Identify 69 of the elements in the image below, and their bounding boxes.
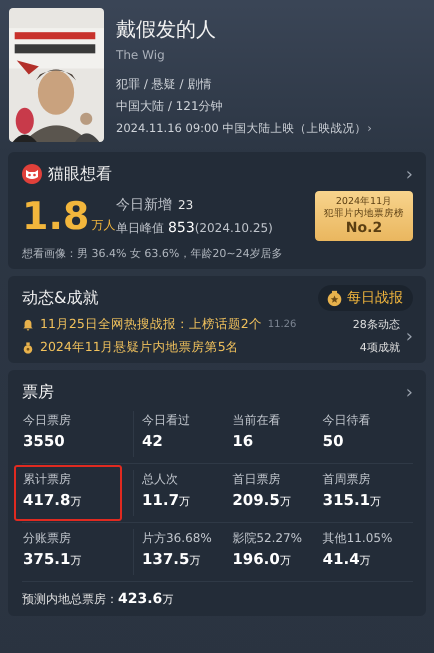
stat-label: 总人次 <box>142 471 179 488</box>
stat-value: 11.7 <box>142 491 180 509</box>
stat-value: 209.5 <box>232 491 280 509</box>
wish-unit: 万人 <box>91 217 116 234</box>
stat-value: 23 <box>178 198 194 212</box>
stat-unit: 万 <box>70 494 82 509</box>
chevron-icon[interactable]: › <box>406 164 413 184</box>
audience-portrait: 想看画像：男 36.4% 女 63.6%，年龄20~24岁居多 <box>22 246 284 261</box>
cat-logo-icon <box>22 164 42 184</box>
stat-label: 今日看过 <box>142 412 191 429</box>
rank-text: No.2 <box>346 220 382 236</box>
card-title: 猫眼想看 <box>48 164 113 184</box>
stat-value: 42 <box>142 432 163 450</box>
stat-value: 16 <box>232 432 254 450</box>
news-item[interactable]: 2024年11月悬疑片内地票房第5名 <box>40 339 239 356</box>
stat-label: 单日峰值 <box>116 220 164 236</box>
forecast-value: 423.6 <box>118 591 162 607</box>
region-duration: 中国大陆 / 121分钟 <box>116 98 224 115</box>
release-info[interactable]: 2024.11.16 09:00 中国大陆上映（上映战况） <box>116 120 366 137</box>
stat-value: 41.4 <box>322 550 360 568</box>
stat-value: 417.8 <box>23 491 70 509</box>
stat-label: 其他11.05% <box>322 530 394 547</box>
chevron-icon[interactable]: › <box>367 120 372 137</box>
medal-icon <box>326 290 343 306</box>
stat-value: 137.5 <box>142 550 190 568</box>
stat-unit: 万 <box>70 553 82 568</box>
stat-unit: 万 <box>189 553 200 568</box>
original-title: The Wig <box>116 48 166 64</box>
chevron-icon[interactable]: › <box>406 382 413 402</box>
stat-label: 累计票房 <box>23 471 72 488</box>
stat-label: 影院52.27% <box>232 530 304 547</box>
bell-icon <box>22 318 34 330</box>
stat-label: 分账票房 <box>23 530 72 547</box>
stat-label: 首日票房 <box>232 471 282 488</box>
stat-value: 50 <box>322 432 344 450</box>
forecast-label: 预测内地总票房： <box>22 591 118 608</box>
stat-label: 片方36.68% <box>142 530 213 547</box>
stat-label: 今日待看 <box>322 412 372 429</box>
movie-title: 戴假发的人 <box>116 16 217 42</box>
news-count[interactable]: 28条动态 <box>352 317 400 332</box>
peak-date: (2024.10.25) <box>194 220 273 234</box>
stat-label: 今日新增 <box>116 196 172 214</box>
stat-label: 当前在看 <box>232 412 282 429</box>
news-count[interactable]: 4项成就 <box>360 340 400 355</box>
stat-unit: 万 <box>179 494 190 509</box>
genres: 犯罪 / 悬疑 / 剧情 <box>116 76 212 93</box>
stat-value: 196.0 <box>232 550 280 568</box>
daily-report-button[interactable]: 每日战报 <box>318 285 413 311</box>
forecast-unit: 万 <box>162 592 174 607</box>
stat-unit: 万 <box>360 553 371 568</box>
stat-value: 315.1 <box>322 491 370 509</box>
stat-unit: 万 <box>370 494 382 509</box>
badge-text: 犯罪片内地票房榜 <box>324 208 404 220</box>
card-title: 票房 <box>22 382 55 402</box>
badge-text: 2024年11月 <box>336 196 392 208</box>
stat-unit: 万 <box>280 494 291 509</box>
stat-label: 今日票房 <box>23 412 72 429</box>
medal-icon <box>22 342 34 354</box>
stat-value: 3550 <box>23 432 65 450</box>
news-date: 11.26 <box>268 319 296 330</box>
news-item[interactable]: 11月25日全网热搜战报：上榜话题2个 <box>40 316 262 333</box>
stat-unit: 万 <box>280 553 291 568</box>
stat-value: 853 <box>168 220 195 236</box>
stat-value: 375.1 <box>23 550 70 568</box>
card-title: 动态&成就 <box>22 288 100 308</box>
chevron-icon[interactable]: › <box>406 326 413 346</box>
wish-count: 1.8 <box>22 194 90 238</box>
stat-label: 首周票房 <box>322 471 372 488</box>
ranking-badge[interactable]: 2024年11月 犯罪片内地票房榜 No.2 <box>315 191 413 241</box>
